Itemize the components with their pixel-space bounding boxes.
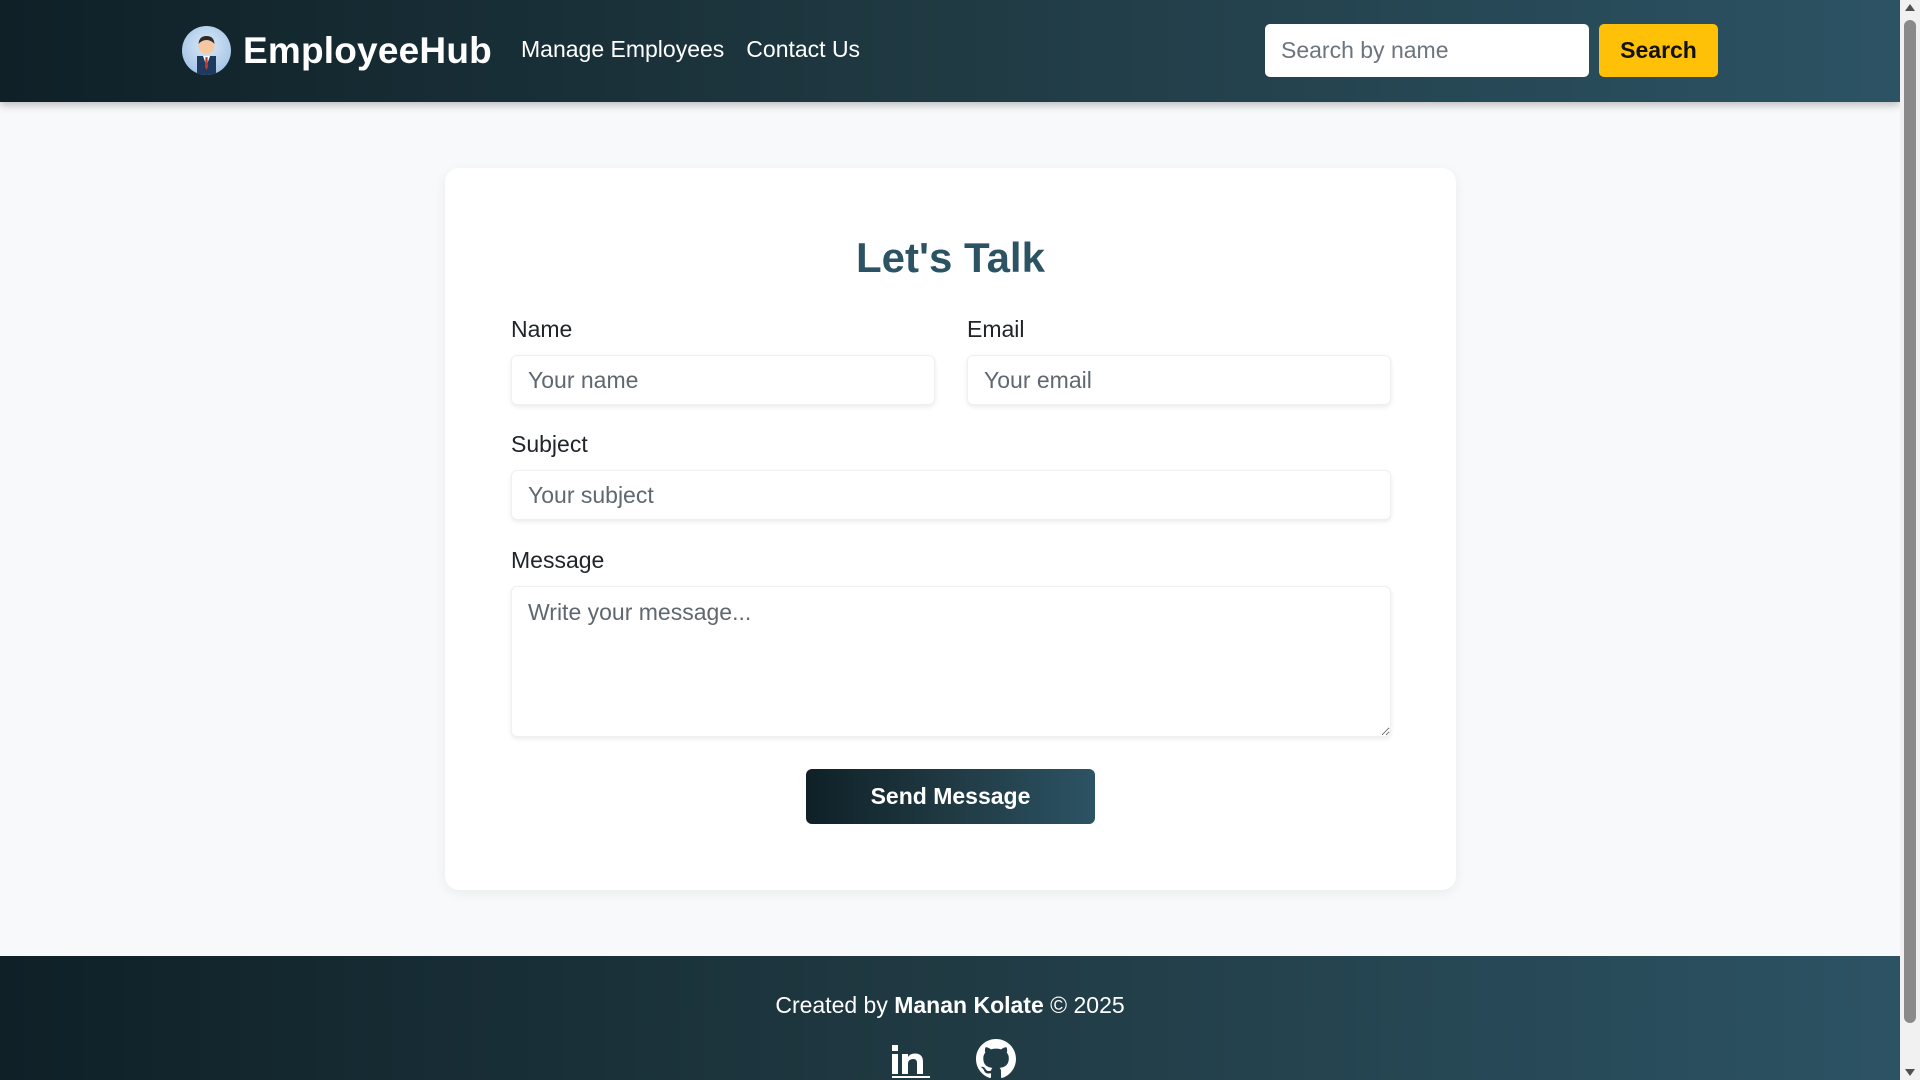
subject-field[interactable] — [511, 470, 1391, 520]
nav-links: Manage Employees Contact Us — [521, 36, 860, 63]
name-field[interactable] — [511, 355, 935, 405]
social-links — [890, 1039, 1016, 1079]
subject-label: Subject — [511, 431, 588, 457]
nav-contact-us[interactable]: Contact Us — [746, 36, 860, 63]
scrollbar[interactable] — [1900, 0, 1920, 1080]
footer-credit: Created by Manan Kolate © 2025 — [0, 992, 1900, 1019]
scroll-down-icon[interactable] — [1905, 1069, 1915, 1076]
linkedin-icon[interactable] — [890, 1039, 930, 1079]
message-field[interactable] — [511, 586, 1391, 737]
footer: Created by Manan Kolate © 2025 — [0, 956, 1900, 1080]
form-title: Let's Talk — [856, 234, 1045, 281]
message-label: Message — [511, 547, 605, 573]
name-label: Name — [511, 316, 573, 342]
footer-copyright: © 2025 — [1050, 992, 1125, 1018]
navbar: EmployeeHub Manage Employees Contact Us … — [0, 0, 1900, 102]
contact-form-card: Let's Talk Name Email Subject Message Se… — [445, 168, 1456, 890]
footer-author: Manan Kolate — [894, 992, 1044, 1018]
page: EmployeeHub Manage Employees Contact Us … — [0, 0, 1920, 1080]
send-message-button[interactable]: Send Message — [806, 769, 1095, 824]
scroll-up-icon[interactable] — [1905, 4, 1915, 11]
email-field[interactable] — [967, 355, 1391, 405]
brand[interactable]: EmployeeHub — [182, 26, 492, 75]
email-label: Email — [967, 316, 1025, 342]
brand-name: EmployeeHub — [243, 29, 492, 71]
nav-manage-employees[interactable]: Manage Employees — [521, 36, 724, 63]
github-icon[interactable] — [976, 1039, 1016, 1079]
employee-avatar-icon — [182, 26, 231, 75]
scroll-thumb[interactable] — [1904, 20, 1916, 1023]
search-button[interactable]: Search — [1599, 24, 1718, 77]
search-input[interactable] — [1265, 24, 1589, 77]
footer-created-by: Created by — [775, 992, 888, 1018]
